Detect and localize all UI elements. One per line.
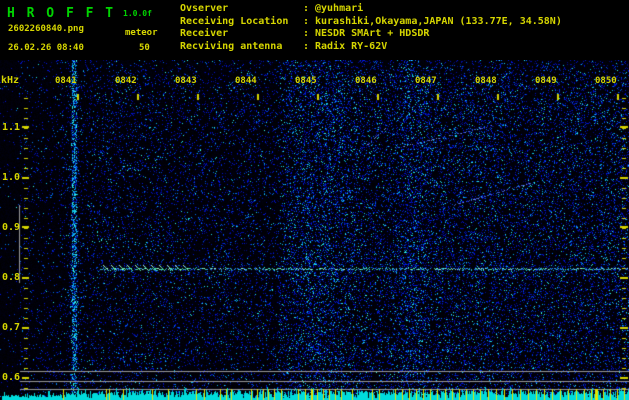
freq-axis-unit: kHz	[1, 75, 20, 86]
info-value: NESDR SMArt + HDSDR	[315, 28, 430, 40]
freq-tick-label: 1.0	[1, 172, 20, 183]
info-label: Receiver	[180, 28, 229, 40]
app-version: 1.0.0f	[123, 9, 152, 18]
info-label: Ovserver	[180, 3, 229, 14]
observer-info: Ovserver: @yuhmari Receiving Location: kur…	[180, 3, 562, 53]
time-tick-label: 0848	[475, 76, 497, 86]
info-label: Recviving antenna	[180, 40, 283, 52]
time-tick-label: 0845	[295, 76, 317, 86]
time-tick-label: 0846	[355, 76, 377, 86]
freq-tick-label: 0.9	[1, 222, 20, 233]
freq-tick-label: 1.1	[1, 122, 20, 133]
hrofft-screen: H R O F F T 1.0.0f 2602260840.png meteor…	[0, 0, 629, 400]
freq-tick-label: 0.7	[1, 322, 20, 333]
location-row: Receiving Location: kurashiki,Okayama,JAP…	[180, 15, 562, 27]
time-tick-label: 0841	[55, 76, 77, 86]
time-tick-label: 0847	[415, 76, 437, 86]
info-value: Radix RY-62V	[315, 40, 388, 52]
mode-label: meteor	[125, 28, 158, 38]
receiver-row: Receiver: NESDR SMArt + HDSDR	[180, 28, 430, 40]
output-filename: 2602260840.png	[8, 24, 84, 34]
freq-tick-label: 0.6	[1, 372, 20, 383]
spectrogram-canvas	[0, 60, 629, 400]
info-value: kurashiki,Okayama,JAPAN (133.77E, 34.58N…	[315, 15, 562, 27]
echo-count: 50	[139, 43, 150, 53]
app-title: H R O F F T	[7, 6, 116, 21]
info-label: Receiving Location	[180, 15, 289, 27]
time-tick-label: 0844	[235, 76, 257, 86]
time-tick-label: 0842	[115, 76, 137, 86]
info-value: @yuhmari	[315, 3, 364, 14]
time-tick-label: 0843	[175, 76, 197, 86]
time-tick-label: 0849	[535, 76, 557, 86]
datetime-label: 26.02.26 08:40	[8, 43, 84, 53]
freq-tick-label: 0.8	[1, 272, 20, 283]
time-tick-label: 0850	[595, 76, 617, 86]
observer-row: Ovserver: @yuhmari	[180, 3, 364, 14]
antenna-row: Recviving antenna: Radix RY-62V	[180, 40, 388, 52]
